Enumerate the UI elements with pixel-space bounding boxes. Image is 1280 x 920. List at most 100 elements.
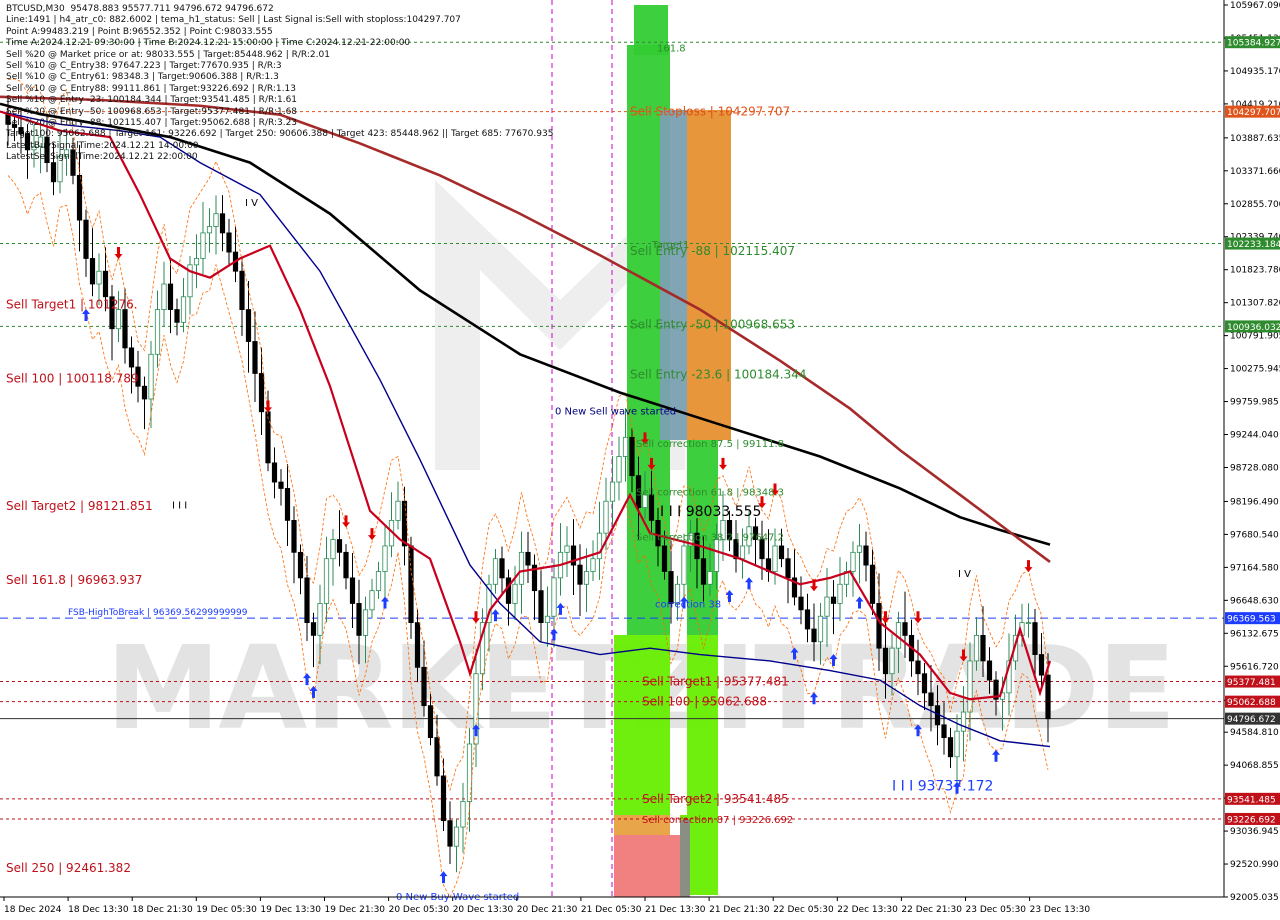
candle	[570, 519, 577, 595]
price-tag: 105384.927	[1225, 36, 1280, 49]
zone-label: Sell correction 87 | 93226.692	[642, 815, 793, 826]
buy-arrow-icon	[725, 590, 734, 603]
candle	[733, 520, 739, 573]
candle-body	[960, 711, 967, 732]
candle	[395, 481, 401, 530]
candle	[343, 544, 349, 590]
candle	[512, 565, 518, 621]
candle-body	[440, 775, 447, 822]
candle-body	[89, 258, 96, 285]
y-tick-label: 92520.990	[1230, 860, 1279, 870]
candle	[369, 578, 375, 619]
candle	[499, 546, 505, 593]
price-tag-label: 95377.481	[1227, 678, 1276, 688]
candle-body	[193, 258, 200, 266]
candle-body	[174, 309, 180, 323]
candle	[505, 569, 512, 626]
candle	[323, 536, 330, 623]
candle-body	[739, 545, 746, 560]
candle-body	[401, 500, 408, 547]
candle-body	[427, 705, 434, 739]
candle-body	[713, 539, 720, 572]
x-axis: 18 Dec 2024 18 Dec 13:30 18 Dec 21:30 19 De…	[0, 896, 1224, 915]
candle	[850, 541, 856, 597]
candle-body	[128, 347, 135, 368]
y-tick-label: 96648.630	[1230, 596, 1279, 606]
info-line: Sell %20 @ Market price or at: 98033.555…	[6, 49, 330, 60]
candle-body	[889, 647, 895, 675]
info-line: Target100: 95062.688 | Target 161: 93226…	[6, 129, 554, 140]
price-tag-label: 94796.672	[1227, 715, 1276, 725]
candle	[577, 544, 583, 616]
price-tag-label: 93541.485	[1227, 795, 1276, 805]
candle-body	[362, 609, 369, 636]
zone-label: Sell correction 61.8 | 98348.3	[636, 488, 784, 499]
info-line: Sell %10 @ Entry -23: 100184.344 | Targe…	[6, 95, 298, 106]
y-tick-label: 105967.090	[1230, 1, 1280, 11]
price-tag: 102233.184	[1225, 237, 1280, 250]
x-tick-label: 21 Dec 05:30	[581, 905, 642, 915]
y-tick-label: 98728.080	[1230, 463, 1279, 473]
y-axis: 105967.090105451.130104935.170104419.210…	[1223, 0, 1280, 920]
candle-body	[499, 558, 505, 579]
y-tick-label: 99759.985	[1230, 398, 1279, 408]
price-tag-label: 100936.032	[1227, 323, 1280, 333]
candle	[785, 547, 791, 604]
y-tick-label: 101823.780	[1230, 266, 1280, 276]
zone-labels: 161.8Sell Stoploss | 104297.707Target1Se…	[172, 44, 993, 903]
y-tick-label: 99244.040	[1230, 431, 1279, 441]
price-tag-label: 95062.688	[1227, 698, 1276, 708]
candle-body	[180, 296, 187, 323]
candle	[447, 801, 453, 864]
candle-body	[408, 545, 414, 624]
candle	[226, 218, 232, 266]
candle-body	[583, 571, 590, 585]
candle-body	[954, 730, 960, 758]
candle-body	[122, 309, 128, 349]
candle-body	[928, 692, 934, 707]
candle-body	[824, 596, 830, 617]
candle-body	[395, 500, 401, 521]
candle-body	[616, 456, 622, 483]
zone-rect	[680, 820, 690, 897]
candle-body	[902, 622, 908, 636]
zone-label: I I I	[172, 500, 187, 511]
y-tick-label: 100275.945	[1230, 365, 1280, 375]
price-tag: 93541.485	[1225, 792, 1280, 805]
candle-body	[915, 660, 921, 675]
candle	[837, 557, 843, 622]
price-tag: 95062.688	[1225, 695, 1280, 708]
candle	[109, 284, 115, 361]
price-tag: 100936.032	[1225, 320, 1280, 333]
price-tag: 95377.481	[1225, 675, 1280, 688]
candle-body	[148, 353, 154, 400]
candle-body	[564, 545, 570, 553]
sell-arrow-icon	[719, 457, 727, 470]
candle-body	[811, 628, 817, 643]
candle	[154, 290, 161, 368]
candle-body	[154, 309, 161, 355]
y-tick-label: 96132.675	[1230, 629, 1279, 639]
info-line: Sell %10 @ C_Entry38: 97647.223 | Target…	[6, 61, 282, 72]
x-tick-label: 18 Dec 13:30	[68, 905, 129, 915]
chart-window: MARKETZITRADESell Target1 | 101276.Sell …	[0, 0, 1280, 920]
candle-body	[200, 232, 206, 259]
candle	[863, 531, 869, 582]
candle-body	[1038, 654, 1045, 676]
candle	[609, 456, 616, 528]
candle	[466, 728, 473, 832]
sell-arrow-icon	[264, 400, 272, 413]
candle	[375, 561, 382, 599]
candle-body	[434, 737, 440, 777]
candle-body	[258, 373, 265, 413]
candle-body	[83, 219, 89, 259]
candle	[557, 523, 564, 596]
candle	[213, 195, 219, 255]
candle-body	[271, 462, 278, 483]
candle-body	[317, 603, 323, 636]
candle-body	[1045, 674, 1051, 720]
left-label: Sell 161.8 | 96963.937	[6, 573, 142, 587]
zone-rect	[687, 635, 718, 815]
price-tag: 93226.692	[1225, 812, 1280, 825]
buy-arrow-icon	[745, 577, 753, 590]
